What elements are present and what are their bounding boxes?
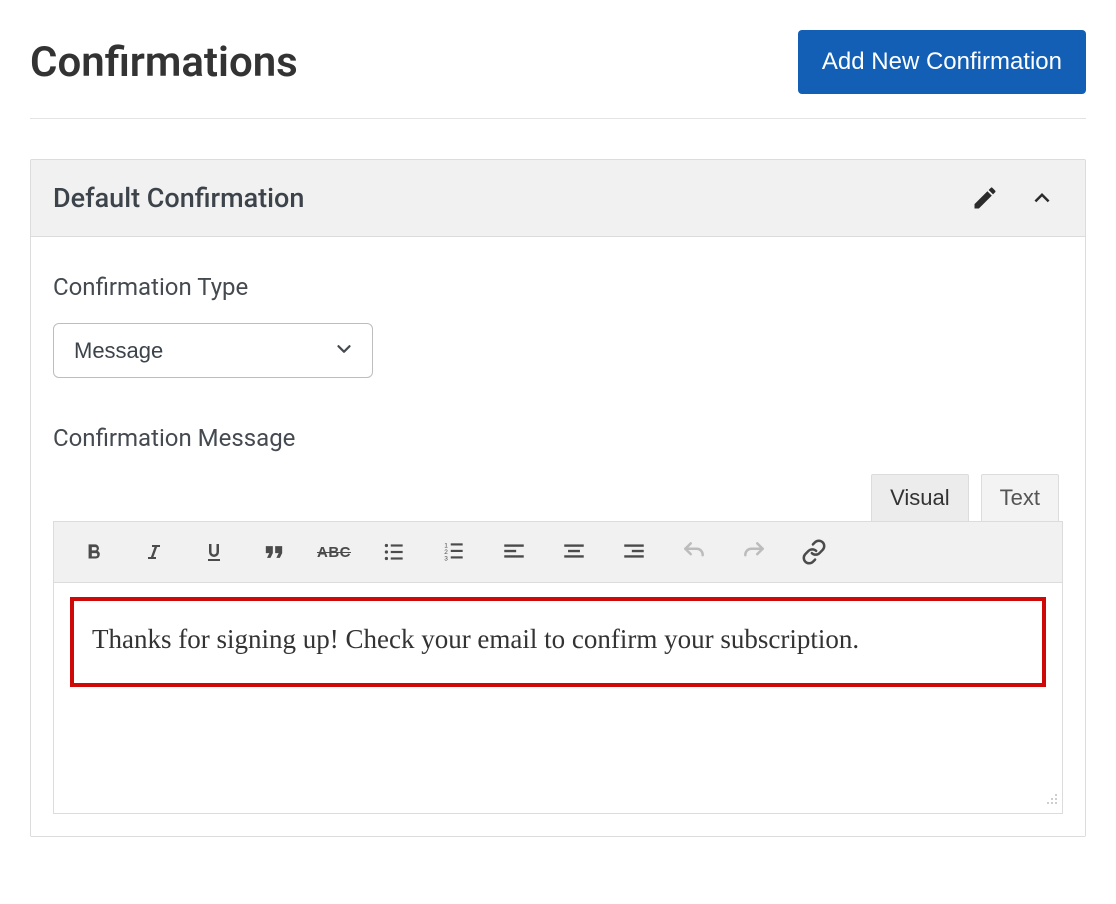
bold-button[interactable] xyxy=(78,536,110,568)
add-new-confirmation-button[interactable]: Add New Confirmation xyxy=(798,30,1086,94)
align-left-button[interactable] xyxy=(498,536,530,568)
edit-icon[interactable] xyxy=(971,184,999,212)
undo-button[interactable] xyxy=(678,536,710,568)
align-center-button[interactable] xyxy=(558,536,590,568)
italic-button[interactable] xyxy=(138,536,170,568)
confirmation-panel: Default Confirmation Confirmation Type M… xyxy=(30,159,1086,837)
confirmation-message-text[interactable]: Thanks for signing up! Check your email … xyxy=(70,597,1046,687)
resize-handle-icon[interactable] xyxy=(1042,789,1058,809)
panel-title: Default Confirmation xyxy=(53,182,304,214)
bulleted-list-button[interactable] xyxy=(378,536,410,568)
tab-text[interactable]: Text xyxy=(981,474,1059,521)
underline-button[interactable] xyxy=(198,536,230,568)
confirmation-message-label: Confirmation Message xyxy=(53,424,1063,452)
tab-visual[interactable]: Visual xyxy=(871,474,969,521)
align-right-button[interactable] xyxy=(618,536,650,568)
svg-text:3: 3 xyxy=(444,556,448,563)
redo-button[interactable] xyxy=(738,536,770,568)
strikethrough-button[interactable]: ABC xyxy=(318,536,350,568)
page-title: Confirmations xyxy=(30,38,298,87)
link-button[interactable] xyxy=(798,536,830,568)
panel-header: Default Confirmation xyxy=(31,160,1085,237)
confirmation-type-select[interactable]: Message xyxy=(53,323,373,378)
confirmation-type-label: Confirmation Type xyxy=(53,273,1063,301)
numbered-list-button[interactable]: 123 xyxy=(438,536,470,568)
editor-content-area[interactable]: Thanks for signing up! Check your email … xyxy=(54,583,1062,813)
chevron-up-icon[interactable] xyxy=(1027,183,1057,213)
blockquote-button[interactable] xyxy=(258,536,290,568)
editor-toolbar: ABC 123 xyxy=(54,522,1062,583)
